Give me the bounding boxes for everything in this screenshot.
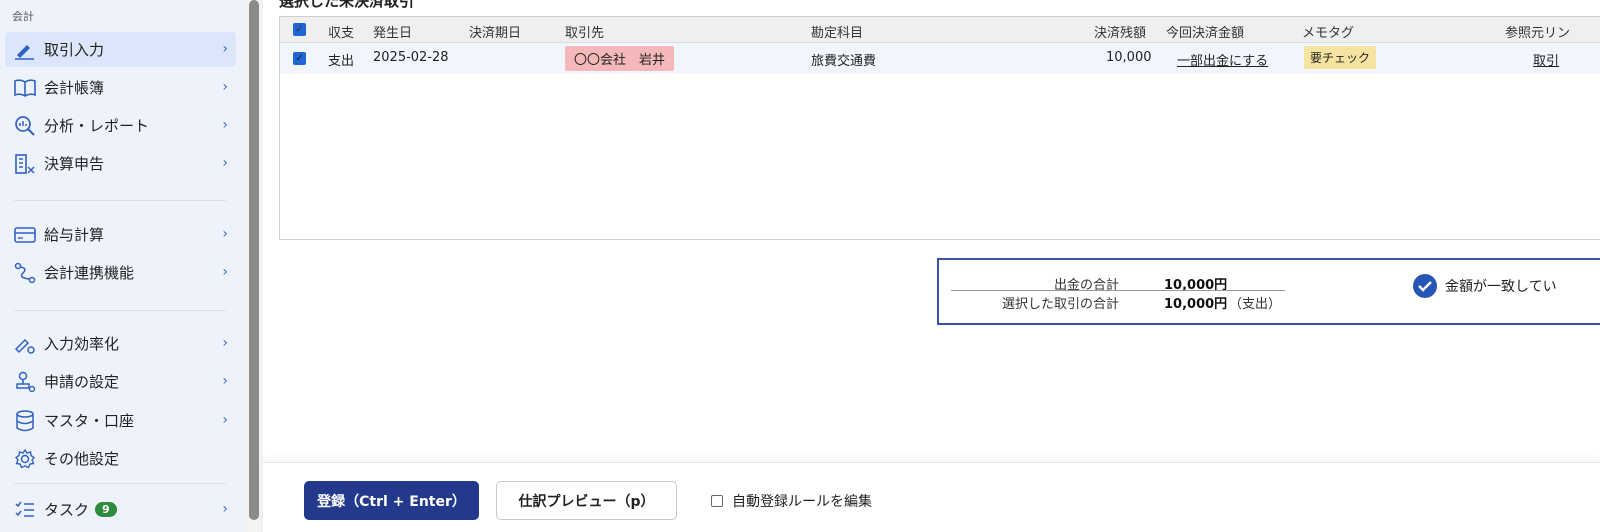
row-checkbox[interactable]: ✓: [293, 52, 306, 65]
reference-link[interactable]: 取引: [1533, 50, 1559, 69]
journal-preview-button[interactable]: 仕訳プレビュー（p）: [496, 481, 677, 520]
partner-tag: 〇〇会社 岩井: [565, 46, 675, 71]
memo-tag: 要チェック: [1304, 46, 1377, 69]
summary-box: 出金の合計 10,000円 選択した取引の合計 10,000円 （支出） 金額が…: [937, 258, 1600, 325]
pen-icon: [13, 38, 37, 62]
checklist-icon: [13, 498, 37, 522]
sidebar-item-transaction-input[interactable]: 取引入力 ›: [5, 32, 236, 67]
bottom-action-bar: 登録（Ctrl + Enter） 仕訳プレビュー（p） 自動登録ルールを編集: [263, 462, 1600, 532]
gear-icon: [13, 447, 37, 471]
amount-match-message: 金額が一致してい: [1445, 279, 1557, 295]
main-content: 選択した未決済取引 ✓ 収支 発生日 決済期日 取引先 勘定科目 決済残額 今回…: [263, 0, 1600, 532]
unsettled-transactions-table: ✓ 収支 発生日 決済期日 取引先 勘定科目 決済残額 今回決済金額 メモタグ …: [279, 16, 1600, 240]
analytics-icon: [13, 114, 37, 138]
chevron-right-icon: ›: [222, 155, 228, 171]
partial-payment-link[interactable]: 一部出金にする: [1177, 50, 1268, 69]
col-reference: 参照元リン: [1505, 26, 1571, 41]
sidebar-item-tasks[interactable]: タスク 9 ›: [5, 492, 236, 527]
col-account: 勘定科目: [811, 26, 864, 41]
select-all-checkbox[interactable]: ✓: [293, 23, 306, 36]
chevron-right-icon: ›: [222, 117, 228, 133]
sidebar-item-analytics[interactable]: 分析・レポート ›: [5, 108, 236, 143]
building-icon: [13, 152, 37, 176]
pen-gear-icon: [13, 332, 37, 356]
table-header: ✓ 収支 発生日 決済期日 取引先 勘定科目 決済残額 今回決済金額 メモタグ …: [280, 17, 1600, 43]
sidebar-item-label: 入力効率化: [44, 335, 120, 353]
scrollbar-thumb[interactable]: [249, 0, 259, 520]
sidebar-item-label: 会計帳簿: [44, 79, 105, 97]
sidebar-item-other-settings[interactable]: その他設定: [5, 441, 236, 476]
chevron-right-icon: ›: [222, 264, 228, 280]
database-icon: [13, 409, 37, 433]
col-type: 収支: [328, 26, 355, 41]
selected-total-value: 10,000円: [1164, 297, 1228, 312]
sidebar-item-ledger[interactable]: 会計帳簿 ›: [5, 70, 236, 105]
col-date: 発生日: [373, 26, 413, 41]
chevron-right-icon: ›: [222, 226, 228, 242]
sidebar-item-label: マスタ・口座: [44, 412, 135, 430]
sidebar-item-payroll[interactable]: 給与計算 ›: [5, 217, 236, 252]
sidebar-section-label: 会計: [12, 10, 34, 23]
selected-total-label: 選択した取引の合計: [1001, 297, 1119, 312]
summary-divider: [951, 290, 1285, 291]
sidebar-item-label: 会計連携機能: [44, 264, 135, 282]
auto-rule-label: 自動登録ルールを編集: [732, 494, 872, 510]
chevron-right-icon: ›: [222, 41, 228, 57]
sidebar-item-label: 分析・レポート: [44, 117, 150, 135]
sidebar-item-label: 申請の設定: [44, 373, 120, 391]
sidebar-divider: [14, 200, 226, 201]
sidebar-item-label: その他設定: [44, 450, 120, 468]
sidebar: 会計 取引入力 › 会計帳簿 › 分析・レポート › 決算申告 › 給与計算 ›…: [0, 0, 245, 532]
selected-total-note: （支出）: [1229, 297, 1282, 312]
auto-rule-checkbox[interactable]: 自動登録ルールを編集: [711, 491, 872, 511]
chevron-right-icon: ›: [222, 412, 228, 428]
task-count-badge: 9: [95, 502, 117, 517]
row-date: 2025-02-28: [373, 50, 449, 65]
table-row[interactable]: ✓ 支出 2025-02-28 〇〇会社 岩井 旅費交通費 10,000 一部出…: [280, 43, 1600, 74]
sidebar-item-label: 給与計算: [44, 226, 105, 244]
col-amount-now: 今回決済金額: [1166, 26, 1245, 41]
row-type: 支出: [328, 54, 355, 69]
sidebar-divider: [14, 310, 226, 311]
sidebar-scrollbar[interactable]: [245, 0, 263, 532]
col-partner: 取引先: [565, 26, 605, 41]
sidebar-item-integration[interactable]: 会計連携機能 ›: [5, 255, 236, 290]
register-button[interactable]: 登録（Ctrl + Enter）: [304, 481, 479, 520]
chevron-right-icon: ›: [222, 79, 228, 95]
section-title: 選択した未決済取引: [279, 0, 415, 10]
link-icon: [13, 261, 37, 285]
chevron-right-icon: ›: [222, 501, 228, 517]
book-icon: [13, 76, 37, 100]
sidebar-item-master-accounts[interactable]: マスタ・口座 ›: [5, 403, 236, 438]
col-due-date: 決済期日: [469, 26, 522, 41]
chevron-right-icon: ›: [222, 335, 228, 351]
sidebar-item-label: 決算申告: [44, 155, 105, 173]
col-memo-tag: メモタグ: [1302, 26, 1355, 41]
sidebar-item-application-settings[interactable]: 申請の設定 ›: [5, 364, 236, 399]
sidebar-divider: [14, 483, 226, 484]
row-balance: 10,000: [1106, 50, 1152, 65]
check-circle-icon: [1413, 274, 1437, 298]
sidebar-item-input-efficiency[interactable]: 入力効率化 ›: [5, 326, 236, 361]
card-icon: [13, 223, 37, 247]
checkbox-unchecked[interactable]: [711, 495, 723, 507]
stamp-icon: [13, 370, 37, 394]
sidebar-item-closing[interactable]: 決算申告 ›: [5, 146, 236, 181]
row-account: 旅費交通費: [811, 54, 877, 69]
col-balance: 決済残額: [1094, 26, 1147, 41]
sidebar-item-label: タスク: [44, 501, 90, 519]
sidebar-item-label: 取引入力: [44, 41, 105, 59]
chevron-right-icon: ›: [222, 373, 228, 389]
